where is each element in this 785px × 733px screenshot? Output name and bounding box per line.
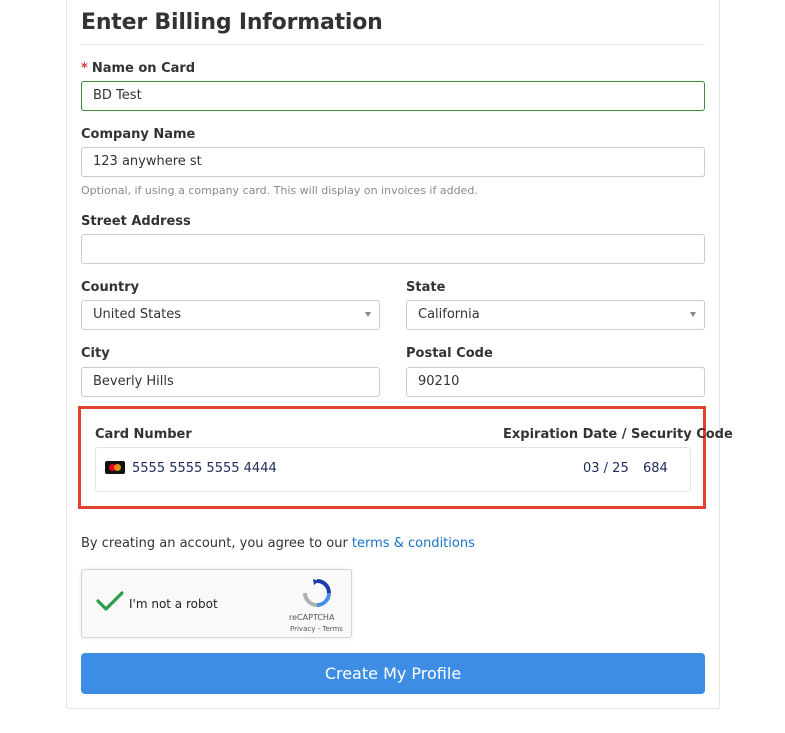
company-name-input[interactable]: 123 anywhere st (81, 147, 705, 177)
chevron-down-icon (365, 312, 371, 317)
recaptcha-links[interactable]: Privacy - Terms (290, 625, 343, 633)
recaptcha-widget: I'm not a robot reCAPTCHA Privacy - Term… (81, 569, 352, 638)
expiration-input[interactable]: 03 / 25 (583, 461, 629, 476)
required-marker: * (81, 61, 88, 76)
name-on-card-label: * Name on Card (81, 61, 195, 76)
name-on-card-input[interactable]: BD Test (81, 81, 705, 111)
terms-prefix: By creating an account, you agree to our (81, 536, 352, 551)
postal-code-label: Postal Code (406, 346, 493, 361)
state-value: California (418, 307, 480, 322)
mastercard-orange-circle (114, 464, 121, 471)
create-profile-button[interactable]: Create My Profile (81, 653, 705, 694)
city-input[interactable]: Beverly Hills (81, 367, 380, 397)
state-select[interactable]: California (406, 300, 705, 330)
card-number-input[interactable]: 5555 5555 5555 4444 (132, 461, 277, 476)
expiration-security-label: Expiration Date / Security Code (503, 427, 733, 442)
terms-text: By creating an account, you agree to our… (81, 536, 475, 551)
postal-code-input[interactable]: 90210 (406, 367, 705, 397)
state-label: State (406, 280, 446, 295)
street-address-input[interactable] (81, 234, 705, 264)
recaptcha-logo-icon (303, 579, 331, 607)
mastercard-icon (105, 461, 125, 474)
recaptcha-brand: reCAPTCHA (289, 613, 335, 622)
terms-link[interactable]: terms & conditions (352, 536, 475, 551)
page-title: Enter Billing Information (81, 10, 383, 35)
checkmark-icon[interactable] (96, 590, 124, 612)
country-select[interactable]: United States (81, 300, 380, 330)
name-on-card-label-text: Name on Card (91, 61, 196, 76)
country-label: Country (81, 280, 140, 295)
country-value: United States (93, 307, 182, 322)
chevron-down-icon (690, 312, 696, 317)
company-name-help: Optional, if using a company card. This … (81, 184, 478, 197)
title-divider (81, 44, 705, 45)
company-name-label: Company Name (81, 127, 196, 142)
street-address-label: Street Address (81, 214, 191, 229)
not-robot-label: I'm not a robot (129, 597, 218, 611)
city-label: City (81, 346, 110, 361)
card-number-label: Card Number (95, 427, 192, 442)
security-code-input[interactable]: 684 (643, 461, 668, 476)
